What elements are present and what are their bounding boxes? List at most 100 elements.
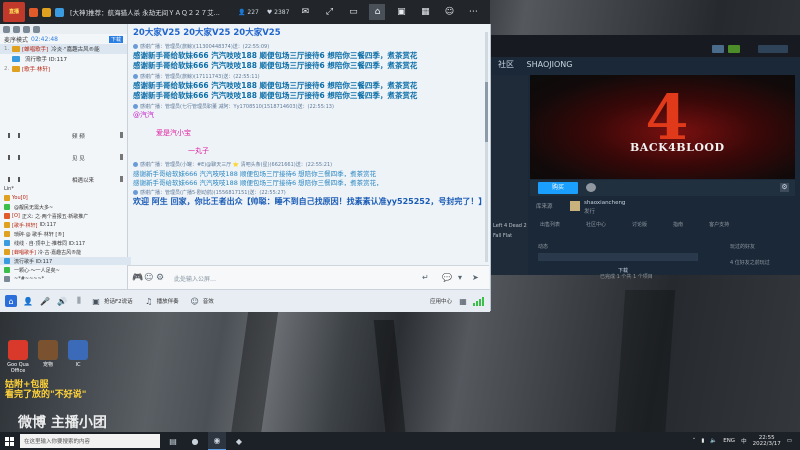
game-title: BACK4BLOOD	[630, 141, 725, 154]
windows-start-icon[interactable]	[0, 432, 18, 450]
gift-icon[interactable]: ✉	[297, 4, 313, 20]
library-item[interactable]: Fall Flat	[493, 233, 512, 239]
download-button[interactable]: 下载	[108, 35, 123, 43]
search-icon[interactable]	[23, 25, 30, 33]
app-center-icon[interactable]: ▦	[457, 295, 469, 307]
viewer-count: 👤 227	[238, 8, 259, 16]
steam-app-icon[interactable]: ◉	[208, 432, 226, 450]
record-label[interactable]: 抢话F2说话	[104, 297, 133, 305]
steam-friends-button[interactable]	[728, 45, 740, 53]
microphone-icon[interactable]: 🎤	[39, 295, 51, 307]
channel-group-row[interactable]: 频 频	[0, 130, 127, 141]
taskbar-search[interactable]: 在这里输入你要搜索的内容	[20, 434, 160, 448]
sound-fx-icon[interactable]: ☺	[189, 295, 201, 307]
nav-user[interactable]: SHAOJIONG	[527, 60, 573, 69]
channel-logo[interactable]: 直播	[3, 2, 25, 22]
chat-bubble-icon[interactable]: 💬	[442, 273, 452, 282]
desktop-icon[interactable]: IC	[60, 340, 96, 368]
scrollbar-thumb[interactable]	[485, 82, 488, 142]
profile-icon[interactable]: ☺	[441, 4, 457, 20]
tree-bar-icon	[8, 133, 10, 138]
developer-name[interactable]: shaoxiancheng	[584, 200, 625, 206]
buy-button[interactable]: 购买	[538, 182, 578, 194]
member-row[interactable]: [歌手·林轩] ID:117	[0, 221, 131, 229]
user-icon[interactable]: 👤	[22, 295, 34, 307]
network-icon[interactable]: ▮	[701, 438, 704, 444]
notification-icon[interactable]: ▭	[787, 438, 792, 444]
member-row[interactable]: [蝉唱歌手] 冷·古·嘉趣古风®能	[0, 248, 131, 256]
record-icon[interactable]: ▣	[90, 295, 102, 307]
clock[interactable]: 22:55 2022/3/17	[753, 435, 781, 447]
office-app-icon	[8, 340, 28, 360]
purchase-bar: 购买 ⚙	[530, 180, 795, 196]
language-indicator[interactable]: ENG	[723, 438, 735, 444]
member-row[interactable]: [O] 正义: 之·两个喜报五·新歌推广	[0, 212, 131, 220]
music-icon[interactable]: ♫	[143, 295, 155, 307]
chat-scrollbar[interactable]	[485, 32, 488, 262]
game-icon[interactable]: ▣	[393, 4, 409, 20]
promo-line: 姑附+包服	[5, 380, 49, 390]
channel-home-icon[interactable]: ⌂	[5, 295, 17, 307]
shop-icon[interactable]: ▦	[417, 4, 433, 20]
settings-gear-icon[interactable]: ⚙	[780, 183, 789, 192]
steam-account-menu[interactable]	[758, 45, 788, 53]
steam-notify-button[interactable]	[712, 45, 724, 53]
channel-banner: 20大家V25 20大家V25 20大家V25	[133, 28, 281, 38]
promo-line: 看完了放的"不好说"	[5, 390, 87, 400]
dropdown-icon[interactable]: ▾	[458, 273, 462, 282]
ime-icon[interactable]: 中	[741, 437, 747, 445]
task-view-icon[interactable]: ▤	[164, 432, 182, 450]
equalizer-icon[interactable]: ⫼	[73, 295, 85, 307]
user-icon	[133, 162, 138, 167]
tree-bar-icon	[120, 176, 123, 182]
channel-icon[interactable]	[3, 25, 10, 33]
room-title[interactable]: [大神]推荐：航海猎人杀 永劫无间ＹＡＱ２２７艾...	[70, 7, 230, 17]
tab-guides[interactable]: 指南	[673, 221, 683, 231]
chat-input[interactable]: 此处输入公屏…	[174, 274, 216, 283]
tab-discussions[interactable]: 讨论版	[632, 221, 647, 231]
member-row[interactable]: 琐碎·@ 歌手·林轩 [®]	[0, 230, 131, 238]
queue-item[interactable]: 1. [蝉唱歌手] 冷炎·"嘉趣古风®能	[0, 44, 127, 54]
sound-fx-label[interactable]: 音效	[203, 297, 214, 305]
share-icon[interactable]: ⤢	[321, 4, 337, 20]
member-row[interactable]: 线线 · 自·顶中上·推荐同 ID:117	[0, 239, 131, 247]
member-row[interactable]: @靓民无需大多~	[0, 203, 131, 211]
gamepad-icon[interactable]: 🎮	[132, 273, 143, 283]
tab-support[interactable]: 客户支持	[709, 221, 729, 231]
member-msg: ~*#~~~~*	[14, 276, 45, 282]
queue-item[interactable]: 2. [歌手·林轩]	[0, 64, 127, 74]
member-row[interactable]: 流行歌手 ID:117	[0, 257, 131, 265]
member-row[interactable]: ~*#~~~~*	[0, 275, 131, 283]
member-msg: 冷·古·嘉趣古风®能	[37, 249, 82, 256]
member-row[interactable]: You[0]	[0, 194, 131, 202]
settings-icon[interactable]: ⚙	[156, 273, 164, 283]
music-label[interactable]: 播放伴奏	[157, 297, 179, 305]
tray-chevron-icon[interactable]: ˄	[693, 438, 696, 444]
speaker-icon[interactable]: 🔊	[56, 295, 68, 307]
queue-item[interactable]: 流行歌手 ID:117	[0, 54, 127, 64]
tab-store[interactable]: 出售列表	[540, 221, 560, 231]
tree-bar-icon	[120, 154, 123, 160]
channel-group-row[interactable]: 相遇以来	[0, 174, 127, 185]
member-icon[interactable]	[13, 25, 20, 33]
developer-avatar	[570, 201, 580, 211]
edge-app-icon[interactable]: ◆	[230, 432, 248, 450]
fan-count: ♥ 2387	[266, 8, 290, 16]
settings-icon[interactable]	[33, 25, 40, 33]
tab-community[interactable]: 社区中心	[586, 221, 606, 231]
activity-input[interactable]	[538, 253, 698, 261]
steam-nav: 社区 SHAOJIONG	[498, 59, 572, 70]
send-button[interactable]: ➤	[472, 273, 479, 282]
app-center-label[interactable]: 应用中心	[430, 297, 452, 305]
more-icon[interactable]: ⋯	[465, 4, 481, 20]
home-icon[interactable]: ⌂	[369, 4, 386, 20]
channel-group-row[interactable]: 见 见	[0, 152, 127, 163]
member-row[interactable]: 一颗心·～一人足矣~	[0, 266, 131, 274]
volume-icon[interactable]: 🔈	[710, 438, 717, 444]
library-item[interactable]: Left 4 Dead 2	[493, 223, 527, 229]
nav-community[interactable]: 社区	[498, 60, 514, 69]
send-icon[interactable]: ↵	[422, 273, 429, 282]
minimize-window-icon[interactable]: ▭	[345, 4, 361, 20]
yy-app-icon[interactable]: ●	[186, 432, 204, 450]
emoji-icon[interactable]: ☺	[144, 273, 153, 283]
